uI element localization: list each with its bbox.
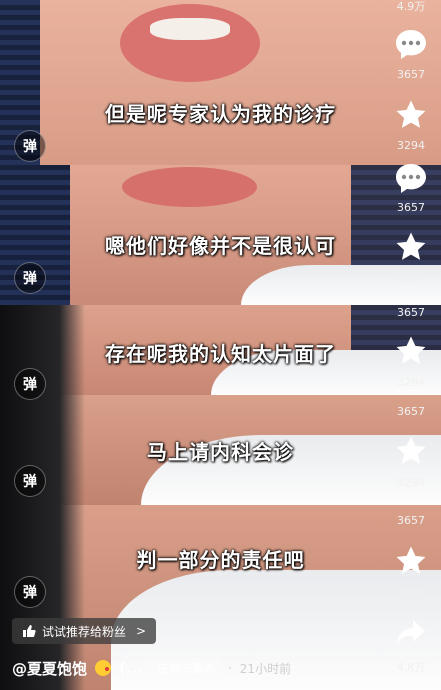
video-frame-1[interactable] xyxy=(0,0,441,165)
separator-dot: · xyxy=(227,661,232,675)
favorite-button-2[interactable] xyxy=(389,230,433,264)
favorite-count-1: 3294 xyxy=(397,139,425,152)
lips xyxy=(122,167,257,207)
favorite-button-3[interactable] xyxy=(389,334,433,368)
share-count: 4.8万 xyxy=(396,661,426,674)
teeth xyxy=(150,18,230,40)
star-icon xyxy=(396,100,426,128)
danmaku-toggle-5[interactable]: 弹 xyxy=(14,576,46,608)
chapter-points-button[interactable]: 章节要点 xyxy=(150,658,220,678)
danmaku-toggle-1[interactable]: 弹 xyxy=(14,130,46,162)
kiss-emoji-icon xyxy=(95,660,112,676)
comment-button-1[interactable] xyxy=(389,28,433,60)
list-icon xyxy=(156,663,167,673)
subtitle-2: 嗯他们好像并不是很认可 xyxy=(105,234,336,258)
comment-icon xyxy=(396,30,426,59)
subtitle-3: 存在呢我的认知太片面了 xyxy=(105,342,336,366)
star-icon xyxy=(396,232,426,260)
like-count-top: 4.9万 xyxy=(396,0,426,13)
description-ellipsis[interactable]: (... xyxy=(119,659,143,677)
star-icon xyxy=(396,436,426,464)
danmaku-toggle-2[interactable]: 弹 xyxy=(14,262,46,294)
favorite-button-5[interactable] xyxy=(389,544,433,578)
favorite-count-5: 3294 xyxy=(397,585,425,598)
video-info-line: @夏夏饱饱 (... 章节要点 · 21小时前 xyxy=(12,656,291,680)
thumbs-up-icon xyxy=(23,625,36,637)
share-button[interactable] xyxy=(389,618,433,646)
comment-count-1: 3657 xyxy=(397,68,425,81)
recommend-label: 试试推荐给粉丝 xyxy=(42,624,127,639)
subtitle-4: 马上请内科会诊 xyxy=(147,440,294,464)
danmaku-toggle-3[interactable]: 弹 xyxy=(14,368,46,400)
comment-count-5: 3657 xyxy=(397,514,425,527)
comment-count-2: 3657 xyxy=(397,201,425,214)
comment-count-4: 3657 xyxy=(397,405,425,418)
favorite-count-3: 3294 xyxy=(397,376,425,389)
share-icon xyxy=(397,620,425,644)
post-time: 21小时前 xyxy=(239,661,292,676)
favorite-button-4[interactable] xyxy=(389,434,433,468)
author-name[interactable]: @夏夏饱饱 xyxy=(12,658,87,679)
star-icon xyxy=(396,336,426,364)
comment-button-2[interactable] xyxy=(389,162,433,194)
danmaku-toggle-4[interactable]: 弹 xyxy=(14,465,46,497)
favorite-button-1[interactable] xyxy=(389,98,433,132)
comment-icon xyxy=(396,164,426,193)
lips xyxy=(120,4,260,82)
recommend-to-fans-button[interactable]: 试试推荐给粉丝 > xyxy=(12,618,157,644)
star-icon xyxy=(396,546,426,574)
subtitle-1: 但是呢专家认为我的诊疗 xyxy=(105,102,336,126)
chevron-right-icon: > xyxy=(136,624,147,638)
comment-count-3: 3657 xyxy=(397,306,425,319)
chapter-label: 章节要点 xyxy=(169,662,214,675)
favorite-count-4: 3294 xyxy=(397,476,425,489)
subtitle-5: 判一部分的责任吧 xyxy=(136,548,305,572)
favorite-count-2: 3294 xyxy=(397,271,425,284)
